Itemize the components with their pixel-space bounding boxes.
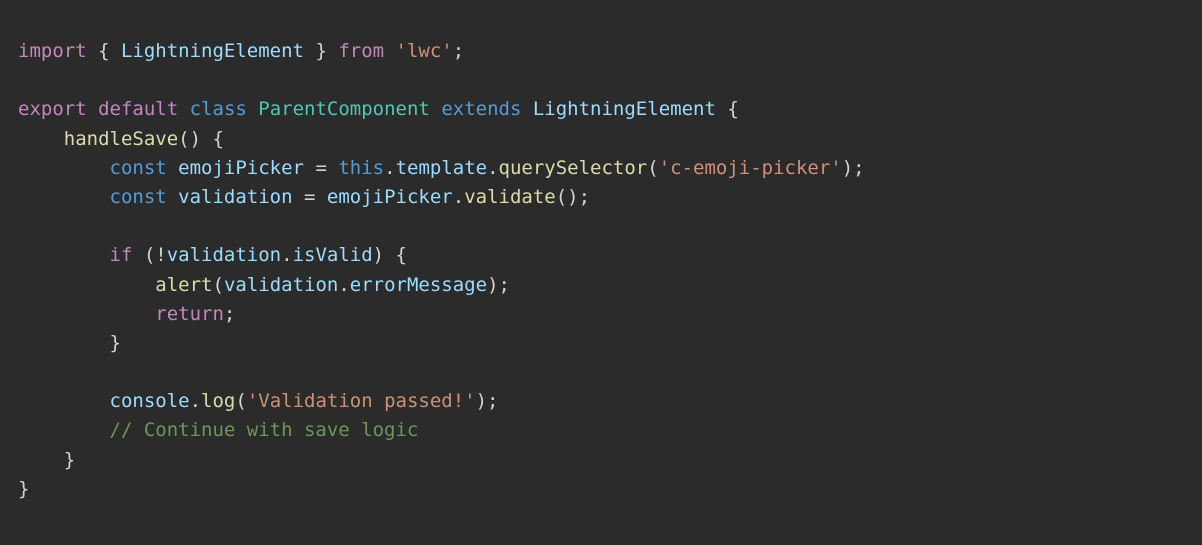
code-token-default: = [304, 156, 339, 179]
code-token-keyword-control: from [338, 40, 385, 62]
code-token-string: 'Validation passed!' [246, 390, 476, 413]
code-token-function: handleSave [63, 127, 179, 150]
code-token-default [430, 98, 441, 120]
code-token-default [167, 186, 178, 208]
code-token-variable: validation [223, 273, 339, 296]
code-token-default: (! [132, 244, 167, 267]
code-token-keyword-storage: class [189, 98, 247, 121]
code-token-default: . [338, 273, 350, 296]
code-token-default [18, 274, 155, 296]
code-token-default [18, 128, 64, 150]
code-token-default [18, 186, 110, 208]
code-token-variable: template [395, 156, 488, 179]
code-line: handleSave() { [18, 125, 1202, 154]
code-line: console.log('Validation passed!'); [18, 387, 1202, 416]
code-token-default: ; [452, 40, 465, 62]
code-line: const validation = emojiPicker.validate(… [18, 183, 1202, 212]
code-line: import { LightningElement } from 'lwc'; [18, 37, 1202, 66]
code-token-default: ( [235, 390, 247, 413]
code-token-function: alert [155, 273, 213, 296]
code-token-default: ); [841, 156, 865, 179]
code-token-default: { [86, 40, 121, 62]
code-token-default: ; [223, 302, 236, 325]
code-token-variable: validation [178, 185, 293, 208]
code-token-variable: LightningElement [120, 40, 304, 62]
code-token-default [18, 244, 110, 266]
code-token-variable: isValid [292, 244, 373, 267]
code-token-default: ); [487, 273, 510, 296]
code-token-default: ( [647, 156, 659, 179]
code-token-keyword-control: if [109, 244, 133, 267]
code-line: export default class ParentComponent ext… [18, 95, 1202, 124]
code-token-variable: validation [166, 244, 282, 267]
code-token-keyword-storage: this [338, 156, 385, 179]
code-line: // Continue with save logic [18, 416, 1202, 445]
code-token-variable: emojiPicker [326, 185, 453, 208]
code-token-string: 'c-emoji-picker' [658, 156, 842, 179]
code-token-default [18, 303, 155, 325]
code-line: } [18, 475, 1202, 504]
code-token-default: . [189, 390, 202, 413]
code-token-default [167, 157, 178, 179]
code-token-keyword-storage: const [109, 156, 167, 179]
code-line: alert(validation.errorMessage); [18, 271, 1202, 300]
code-line: return; [18, 300, 1202, 329]
code-token-default: { [715, 98, 739, 121]
code-token-default [247, 98, 258, 120]
code-token-keyword-storage: extends [441, 98, 522, 121]
code-token-keyword-control: return [155, 302, 224, 325]
code-token-default: . [281, 244, 293, 267]
code-token-default: ( [212, 273, 224, 296]
code-token-default: = [292, 185, 327, 208]
code-line: const emojiPicker = this.template.queryS… [18, 154, 1202, 183]
code-block: import { LightningElement } from 'lwc'; … [0, 0, 1202, 545]
code-token-variable: errorMessage [349, 273, 488, 296]
code-token-comment: // Continue with save logic [109, 419, 419, 442]
code-token-default: () { [178, 127, 224, 150]
code-token-default [178, 98, 189, 120]
code-line: } [18, 329, 1202, 358]
code-token-keyword-control: import [18, 40, 87, 62]
code-token-function: log [201, 390, 236, 413]
code-token-default [384, 40, 395, 62]
code-token-default [18, 157, 110, 179]
code-token-variable: LightningElement [532, 98, 716, 121]
code-lines: import { LightningElement } from 'lwc'; … [18, 37, 1202, 504]
code-token-variable: emojiPicker [178, 156, 305, 179]
code-token-default [521, 98, 532, 120]
code-token-variable: console [109, 390, 190, 413]
code-token-keyword-storage: const [109, 185, 167, 208]
code-token-default: ) { [372, 244, 407, 267]
code-line: if (!validation.isValid) { [18, 241, 1202, 270]
code-token-string: 'lwc' [395, 40, 453, 62]
code-token-default: . [452, 185, 465, 208]
code-token-default: } [18, 448, 76, 471]
code-token-default: } [18, 477, 30, 500]
code-token-function: validate [464, 185, 556, 208]
code-token-default: } [18, 331, 121, 354]
code-token-default: ); [475, 390, 499, 413]
code-token-default [87, 98, 98, 120]
code-line: } [18, 446, 1202, 475]
code-token-keyword-control: export [18, 98, 87, 121]
code-token-default: . [487, 156, 499, 179]
code-token-class-name: ParentComponent [258, 98, 430, 121]
code-token-default [18, 390, 110, 412]
code-token-default [18, 419, 110, 441]
code-token-default: . [384, 156, 396, 179]
code-token-function: querySelector [498, 156, 648, 179]
code-token-default: (); [555, 185, 591, 208]
code-token-keyword-control: default [98, 98, 179, 121]
code-token-default: } [304, 40, 339, 62]
